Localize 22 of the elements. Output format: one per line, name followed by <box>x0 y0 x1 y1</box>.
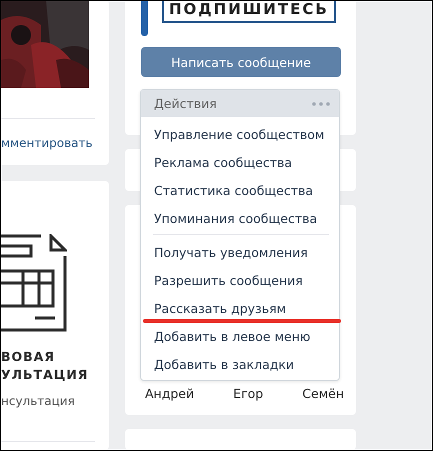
comment-link[interactable]: мментировать <box>1 136 109 150</box>
menu-item[interactable]: Реклама сообщества <box>154 154 292 170</box>
menu-item[interactable]: Управление сообществом <box>154 126 324 142</box>
banner-stripe <box>141 1 148 36</box>
menu-item[interactable]: Разрешить сообщения <box>154 272 303 288</box>
menu-item[interactable]: Добавить в левое меню <box>154 328 310 344</box>
menu-item[interactable]: Рассказать друзьям <box>154 300 286 316</box>
friend-name[interactable]: Семён <box>302 386 344 401</box>
actions-header[interactable]: Действия <box>141 90 339 117</box>
friend-name[interactable]: Андрей <box>145 386 194 401</box>
menu-item[interactable]: Статистика сообщества <box>154 182 314 198</box>
actions-title: Действия <box>154 96 217 111</box>
promo-subtitle: нсультация <box>1 394 76 408</box>
menu-item[interactable]: Получать уведомления <box>154 244 308 260</box>
document-table-icon <box>1 234 67 334</box>
banner-text: ПОДПИШИТЕСЬ <box>162 1 336 23</box>
message-button[interactable]: Написать сообщение <box>141 47 341 77</box>
more-icon[interactable] <box>312 102 330 106</box>
promo-title: ВОВАЯ УЛЬТАЦИЯ <box>1 348 90 384</box>
friend-name[interactable]: Егор <box>233 386 264 401</box>
menu-item[interactable]: Добавить в закладки <box>154 356 294 372</box>
menu-item[interactable]: Упоминания сообщества <box>154 210 318 226</box>
